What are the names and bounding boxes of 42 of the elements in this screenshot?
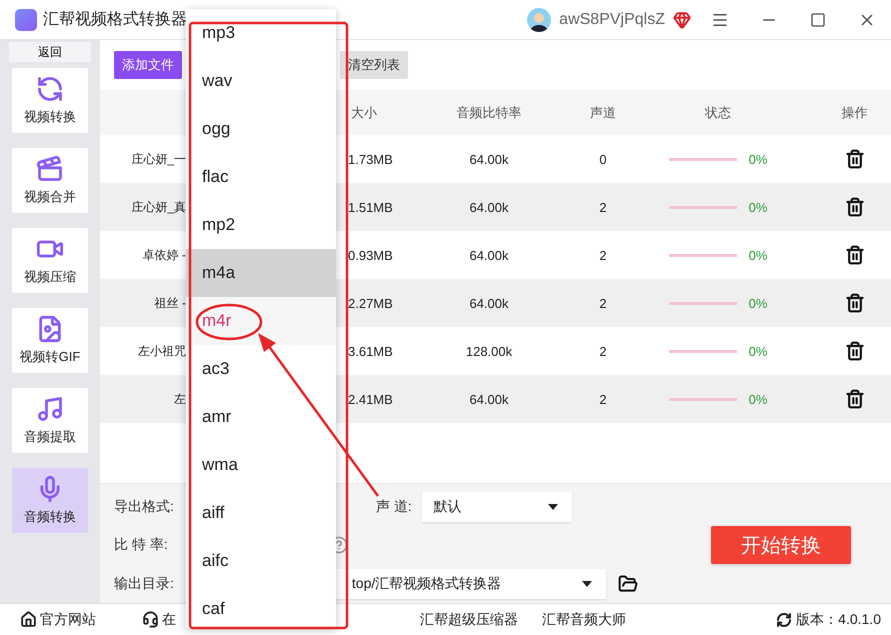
table-cell-text: 64.00k — [468, 248, 510, 262]
table-cell-text: 左小祖咒 — [137, 342, 187, 360]
column-header: 状态 — [704, 104, 732, 122]
table-cell-text: 1.73MB — [347, 152, 390, 166]
table-cell-text: 庄心妍_真 — [130, 198, 187, 216]
table-cell-text: 2.41MB — [347, 392, 390, 406]
table-cell-text: 2 — [598, 392, 608, 406]
column-header: 大小 — [350, 104, 378, 122]
table-cell-text: 庄心妍_一 — [130, 150, 187, 168]
table-cell-text: 2 — [598, 296, 608, 310]
table-cell-text: 64.00k — [468, 152, 510, 166]
column-header: 操作 — [840, 104, 868, 122]
column-header: 音频比特率 — [456, 104, 522, 122]
version-text: 版本：4.0.1.0 — [796, 610, 881, 628]
progress-text: 0% — [748, 392, 768, 406]
table-cell-text: 64.00k — [468, 200, 510, 214]
table-cell-text: 0 — [598, 152, 608, 166]
table-cell-text: 2 — [598, 344, 608, 358]
column-header: 声道 — [589, 104, 617, 122]
table-cell-text: 3.61MB — [347, 344, 390, 358]
progress-text: 0% — [748, 248, 768, 262]
window-title: 汇帮视频格式转换器 — [43, 10, 187, 30]
field-label: 声 道: — [376, 498, 412, 516]
table-cell-text: 128.00k — [464, 344, 514, 358]
progress-text: 0% — [748, 296, 768, 310]
progress-text: 0% — [748, 200, 768, 214]
table-cell-text: 祖丝 - — [154, 294, 187, 312]
table-cell-text: 2.27MB — [347, 296, 390, 310]
table-cell-text: 1.51MB — [347, 200, 390, 214]
field-label: 输出目录: — [114, 574, 174, 593]
field-label: 导出格式: — [114, 498, 174, 516]
table-cell-text: 0.93MB — [347, 248, 390, 262]
progress-text: 0% — [748, 152, 768, 166]
table-cell-text: 2 — [598, 200, 608, 214]
table-cell-text: 卓依婷 - — [142, 246, 187, 264]
table-cell-text: 64.00k — [468, 296, 510, 310]
user-name: awS8PVjPqlsZ — [559, 10, 665, 28]
table-cell-text: 2 — [598, 248, 608, 262]
progress-text: 0% — [748, 344, 768, 358]
field-label: 比 特 率: — [114, 536, 168, 554]
table-cell-text: 左 — [173, 390, 187, 408]
table-cell-text: 64.00k — [468, 392, 510, 406]
